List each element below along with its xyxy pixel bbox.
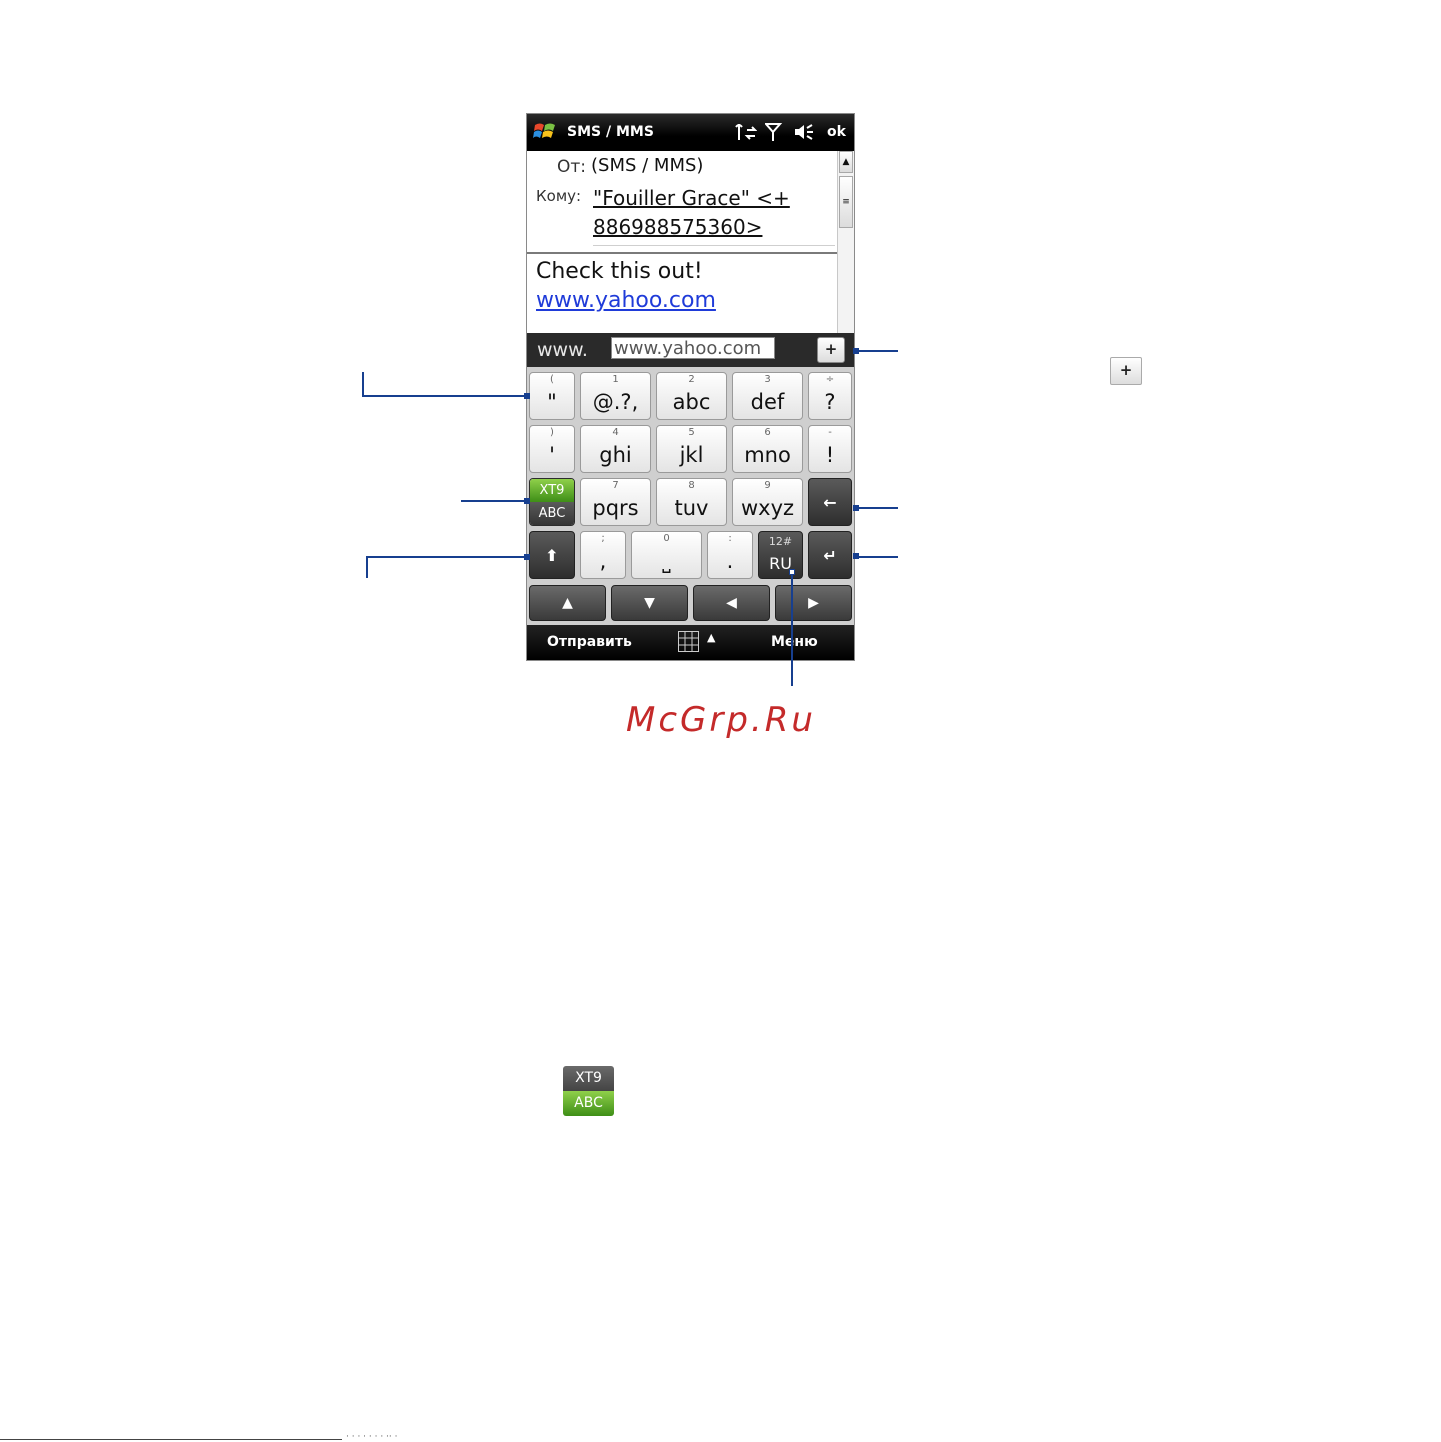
xt9-abc-icon: XT9 ABC: [563, 1066, 614, 1116]
message-body-text[interactable]: Check this out!: [536, 259, 703, 284]
arrow-up-button[interactable]: ▲: [529, 585, 606, 621]
menu-bar: Отправить ▲ Меню: [527, 625, 854, 660]
callout-line: [362, 372, 364, 396]
arrow-left-button[interactable]: ◀: [693, 585, 770, 621]
key-2[interactable]: 2 abc: [656, 372, 727, 420]
key-period[interactable]: : .: [707, 531, 753, 579]
callout-line: [856, 507, 898, 509]
key-quote[interactable]: ( ": [529, 372, 575, 420]
recipient-divider: [593, 245, 835, 246]
callout-line: [366, 556, 527, 558]
callout-dot: [524, 498, 530, 504]
callout-line: [461, 500, 527, 502]
space-icon: ⎵: [662, 549, 671, 573]
shift-button[interactable]: ⬆: [529, 531, 575, 579]
plus-icon: +: [1110, 357, 1142, 385]
url-input[interactable]: www.yahoo.com: [611, 337, 775, 359]
scrollbar[interactable]: ▲ ≡: [837, 151, 854, 333]
add-url-button[interactable]: +: [817, 337, 845, 363]
callout-line: [362, 395, 527, 397]
callout-line: [791, 575, 793, 686]
on-screen-keyboard: ( " 1 @.?, 2 abc 3 def ÷ ? ) ' 4 ghi 5 j…: [527, 367, 854, 625]
arrow-down-icon: ▼: [644, 595, 655, 611]
arrow-right-icon: ▶: [808, 595, 819, 611]
key-5[interactable]: 5 jkl: [656, 425, 727, 473]
title-bar: SMS / MMS ok: [527, 114, 854, 151]
key-exclaim[interactable]: - !: [808, 425, 852, 473]
input-selector-arrow-icon[interactable]: ▲: [707, 631, 715, 644]
signal-icon[interactable]: [763, 122, 783, 146]
shift-icon: ⬆: [545, 546, 559, 565]
key-7[interactable]: 7 pqrs: [580, 478, 651, 526]
arrow-down-button[interactable]: ▼: [611, 585, 688, 621]
message-area: От: (SMS / MMS) Кому: "Fouiller Grace" <…: [527, 151, 837, 333]
from-label: От:: [557, 157, 587, 177]
to-label: Кому:: [536, 187, 582, 205]
backspace-button[interactable]: ←: [808, 478, 852, 526]
key-9[interactable]: 9 wxyz: [732, 478, 803, 526]
arrow-right-button[interactable]: ▶: [775, 585, 852, 621]
watermark: McGrp.Ru: [626, 700, 816, 740]
backspace-icon: ←: [823, 493, 837, 512]
callout-dot: [524, 554, 530, 560]
volume-icon[interactable]: [793, 122, 815, 146]
ok-button[interactable]: ok: [827, 124, 846, 140]
scroll-thumb[interactable]: ≡: [839, 176, 853, 228]
send-softkey[interactable]: Отправить: [547, 634, 632, 650]
key-3[interactable]: 3 def: [732, 372, 803, 420]
arrow-up-icon: ▲: [562, 595, 573, 611]
header-divider: [527, 252, 837, 254]
enter-button[interactable]: ↵: [808, 531, 852, 579]
data-connection-icon[interactable]: [735, 122, 758, 146]
xt9-mode-button[interactable]: XT9 ABC: [529, 478, 575, 526]
phone-screen: SMS / MMS ok От: (SMS / MMS) Кому: "Foui…: [526, 113, 855, 661]
app-title: SMS / MMS: [567, 124, 654, 140]
url-bar: www. www.yahoo.com +: [527, 333, 854, 367]
keyboard-grid-icon[interactable]: [678, 631, 699, 652]
key-8[interactable]: 8 tuv: [656, 478, 727, 526]
start-icon[interactable]: [533, 121, 557, 143]
arrow-left-icon: ◀: [726, 595, 737, 611]
enter-icon: ↵: [823, 546, 837, 565]
message-body-link[interactable]: www.yahoo.com: [536, 288, 716, 313]
space-button[interactable]: 0 ⎵: [631, 531, 702, 579]
footer-rule: [0, 1439, 342, 1440]
key-comma[interactable]: ; ,: [580, 531, 626, 579]
scroll-up-icon[interactable]: ▲: [839, 151, 853, 173]
key-4[interactable]: 4 ghi: [580, 425, 651, 473]
url-prefix-button[interactable]: www.: [537, 339, 588, 361]
key-6[interactable]: 6 mno: [732, 425, 803, 473]
callout-line: [856, 350, 898, 352]
key-1[interactable]: 1 @.?,: [580, 372, 651, 420]
recipient-line2[interactable]: 886988575360>: [593, 215, 762, 239]
language-symbol-button[interactable]: 12# RU: [758, 531, 803, 579]
menu-softkey[interactable]: Меню: [771, 634, 818, 650]
key-apostrophe[interactable]: ) ': [529, 425, 575, 473]
callout-line: [366, 556, 368, 578]
recipient-line1[interactable]: "Fouiller Grace" <+: [593, 186, 790, 210]
callout-dot: [524, 393, 530, 399]
callout-line: [856, 556, 898, 558]
from-value: (SMS / MMS): [591, 155, 704, 176]
key-question[interactable]: ÷ ?: [808, 372, 852, 420]
